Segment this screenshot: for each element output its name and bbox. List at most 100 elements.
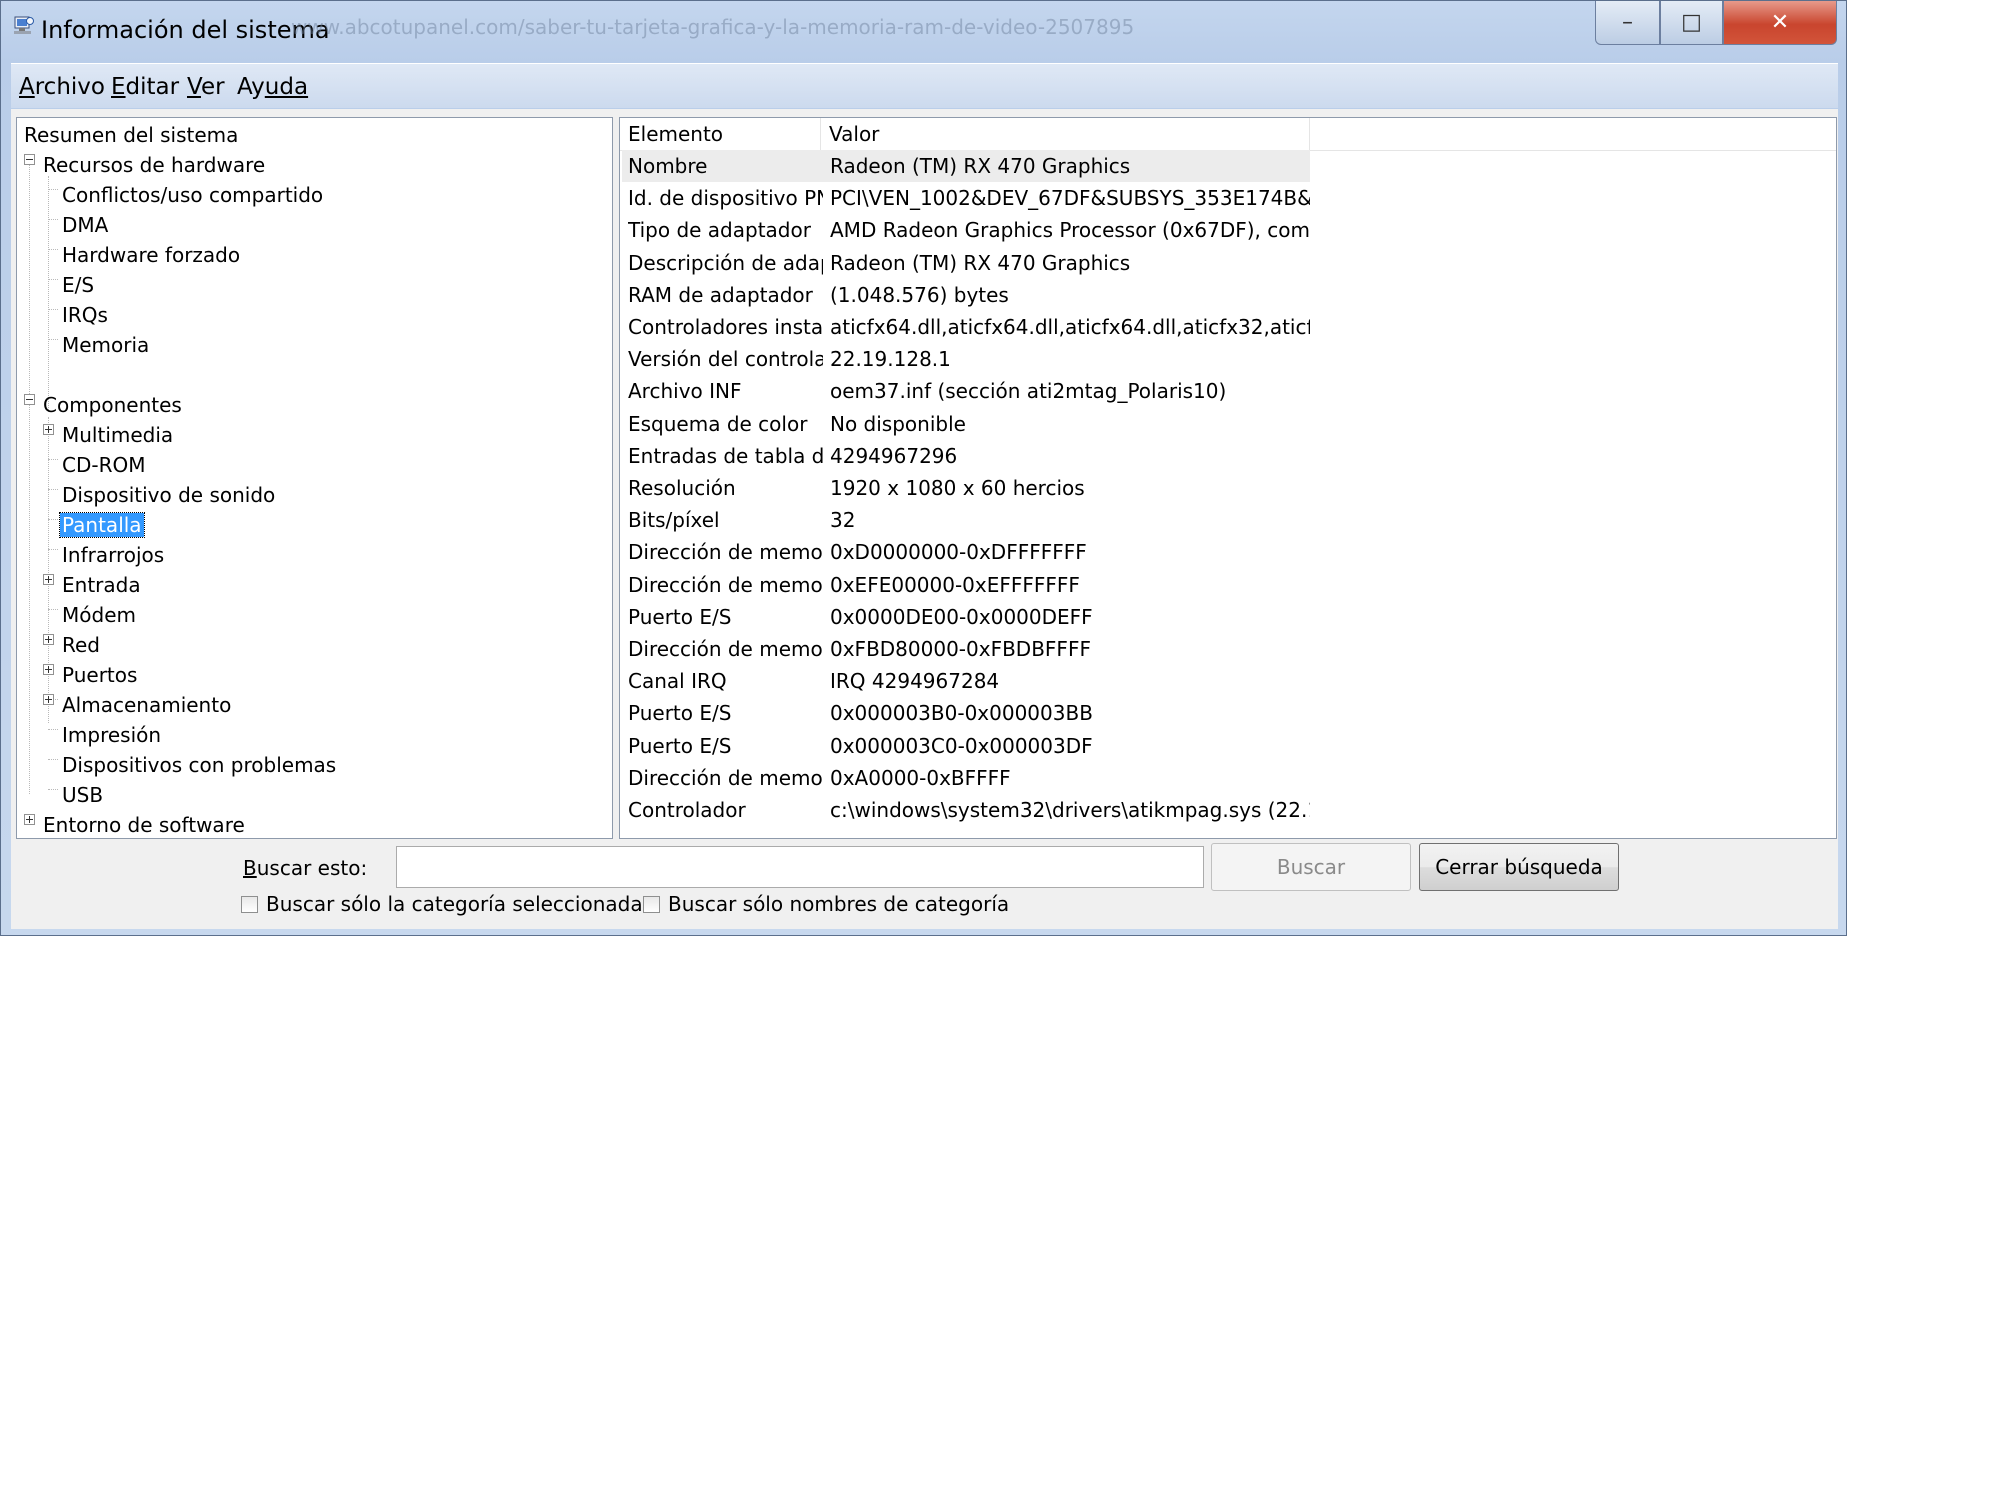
cell-elemento: Puerto E/S [628, 701, 732, 726]
collapse-icon[interactable] [24, 394, 35, 405]
cell-valor: 0xEFE00000-0xEFFFFFFF [830, 572, 1080, 597]
cell-elemento: Id. de dispositivo PNP [628, 186, 823, 211]
menu-archivo[interactable]: Archivo [19, 74, 105, 100]
cell-elemento: Dirección de memoria [628, 637, 823, 661]
tree-line [48, 339, 58, 340]
table-row[interactable]: Puerto E/S 0x000003C0-0x000003DF [620, 730, 1836, 762]
cell-valor: 22.19.128.1 [830, 347, 951, 372]
tree-item-impresion[interactable]: Impresión [60, 723, 163, 749]
list-header: Elemento Valor [620, 118, 1836, 151]
details-list[interactable]: Elemento Valor Nombre Radeon (TM) RX 470 … [619, 117, 1837, 839]
close-icon: ✕ [1770, 10, 1790, 35]
table-row[interactable]: Entradas de tabla de... 4294967296 [620, 440, 1836, 472]
minimize-button[interactable]: – [1595, 1, 1660, 45]
tree-item-entorno-software[interactable]: Entorno de software [41, 813, 247, 839]
checkbox-box[interactable] [241, 895, 258, 913]
search-button[interactable]: Buscar [1211, 843, 1411, 891]
table-row[interactable]: Dirección de memoria 0xD0000000-0xDFFFFFF… [620, 536, 1836, 568]
title-bar[interactable]: Información del sistema www.abcotupanel.… [1, 1, 1846, 61]
tree-item-recursos-hardware[interactable]: Recursos de hardware [41, 153, 267, 179]
table-row[interactable]: Canal IRQ IRQ 4294967284 [620, 665, 1836, 697]
cell-elemento: Descripción de adap... [628, 250, 823, 275]
tree-item-modem[interactable]: Módem [60, 603, 138, 629]
tree-item-puertos[interactable]: Puertos [60, 663, 139, 689]
category-tree[interactable]: Resumen del sistema Recursos de hardware… [16, 117, 613, 839]
tree-item-dma[interactable]: DMA [60, 213, 110, 239]
table-row[interactable]: Descripción de adap... Radeon (TM) RX 470… [620, 247, 1836, 279]
expand-icon[interactable] [43, 664, 54, 675]
table-row[interactable]: Resolución 1920 x 1080 x 60 hercios [620, 472, 1836, 504]
tree-item-hardware-forzado[interactable]: Hardware forzado [60, 243, 242, 269]
tree-item-almacenamiento[interactable]: Almacenamiento [60, 693, 233, 719]
menu-ver[interactable]: Ver [187, 74, 225, 100]
table-row[interactable]: Tipo de adaptador AMD Radeon Graphics Pro… [620, 214, 1836, 246]
menu-editar[interactable]: Editar [111, 74, 179, 100]
tree-line [48, 609, 58, 610]
table-row[interactable]: Nombre Radeon (TM) RX 470 Graphics [620, 150, 1836, 182]
tree-item-irqs[interactable]: IRQs [60, 303, 110, 329]
cell-valor: 0x0000DE00-0x0000DEFF [830, 604, 1093, 629]
tree-line [48, 189, 58, 190]
table-row[interactable]: Id. de dispositivo PNP PCI\VEN_1002&DEV_6… [620, 182, 1836, 214]
tree-item-dispositivos-problemas[interactable]: Dispositivos con problemas [60, 753, 338, 779]
system-info-app-icon [14, 16, 34, 34]
table-row[interactable]: Archivo INF oem37.inf (sección ati2mtag_P… [620, 375, 1836, 407]
cell-elemento: Puerto E/S [628, 604, 732, 629]
close-search-button[interactable]: Cerrar búsqueda [1419, 843, 1619, 891]
table-row[interactable]: Dirección de memoria 0xEFE00000-0xEFFFFFF… [620, 569, 1836, 601]
table-row[interactable]: Dirección de memoria 0xFBD80000-0xFBDBFFF… [620, 633, 1836, 665]
cell-valor: oem37.inf (sección ati2mtag_Polaris10) [830, 379, 1227, 404]
tree-item-entrada[interactable]: Entrada [60, 573, 143, 599]
tree-item-pantalla[interactable]: Pantalla [59, 512, 145, 539]
tree-line [48, 279, 58, 280]
expand-icon[interactable] [24, 814, 35, 825]
cell-valor: 4294967296 [830, 443, 958, 468]
tree-item-red[interactable]: Red [60, 633, 102, 659]
cell-valor: No disponible [830, 411, 966, 436]
cell-valor: c:\windows\system32\drivers\atikmpag.sys… [830, 798, 1310, 822]
table-row[interactable]: Versión del controla... 22.19.128.1 [620, 343, 1836, 375]
tree-line [48, 219, 58, 220]
close-button[interactable]: ✕ [1723, 1, 1837, 45]
cell-elemento: Dirección de memoria [628, 572, 823, 597]
tree-item-memoria[interactable]: Memoria [60, 333, 151, 359]
tree-item-infrarrojos[interactable]: Infrarrojos [60, 543, 166, 569]
maximize-button[interactable]: □ [1660, 1, 1723, 45]
table-row[interactable]: Puerto E/S 0x000003B0-0x000003BB [620, 697, 1836, 729]
tree-item-usb[interactable]: USB [60, 783, 105, 809]
tree-item-componentes[interactable]: Componentes [41, 393, 184, 419]
expand-icon[interactable] [43, 694, 54, 705]
checkbox-selected-category[interactable]: Buscar sólo la categoría seleccionada [241, 892, 643, 916]
tree-item-resumen[interactable]: Resumen del sistema [22, 123, 240, 149]
expand-icon[interactable] [43, 634, 54, 645]
checkbox-category-names[interactable]: Buscar sólo nombres de categoría [643, 892, 1009, 916]
background-url-text: www.abcotupanel.com/saber-tu-tarjeta-gra… [291, 15, 1135, 39]
search-input[interactable] [396, 846, 1204, 888]
table-row[interactable]: Controladores instal... aticfx64.dll,atic… [620, 311, 1836, 343]
collapse-icon[interactable] [24, 154, 35, 165]
table-row[interactable]: Bits/píxel 32 [620, 504, 1836, 536]
cell-elemento: Bits/píxel [628, 508, 720, 533]
table-row[interactable]: Dirección de memoria 0xA0000-0xBFFFF [620, 762, 1836, 794]
column-header-elemento[interactable]: Elemento [620, 118, 821, 150]
tree-item-dispositivo-sonido[interactable]: Dispositivo de sonido [60, 483, 277, 509]
cell-elemento: Esquema de color [628, 411, 808, 436]
tree-item-multimedia[interactable]: Multimedia [60, 423, 175, 449]
checkbox-box[interactable] [643, 895, 660, 913]
cell-elemento: Puerto E/S [628, 733, 732, 758]
menu-ayuda[interactable]: Ayuda [237, 74, 308, 100]
table-row[interactable]: RAM de adaptador (1.048.576) bytes [620, 279, 1836, 311]
cell-elemento: Resolución [628, 476, 736, 500]
table-row[interactable]: Puerto E/S 0x0000DE00-0x0000DEFF [620, 601, 1836, 633]
cell-valor: 1920 x 1080 x 60 hercios [830, 476, 1085, 500]
tree-item-es[interactable]: E/S [60, 273, 96, 299]
tree-item-conflictos[interactable]: Conflictos/uso compartido [60, 183, 325, 209]
tree-item-cdrom[interactable]: CD-ROM [60, 453, 147, 479]
expand-icon[interactable] [43, 424, 54, 435]
menu-bar: Archivo Editar Ver Ayuda [11, 63, 1838, 108]
table-row[interactable]: Controlador c:\windows\system32\drivers\a… [620, 794, 1836, 826]
tree-line [48, 729, 58, 730]
table-row[interactable]: Esquema de color No disponible [620, 408, 1836, 440]
expand-icon[interactable] [43, 574, 54, 585]
column-header-valor[interactable]: Valor [821, 118, 1310, 150]
